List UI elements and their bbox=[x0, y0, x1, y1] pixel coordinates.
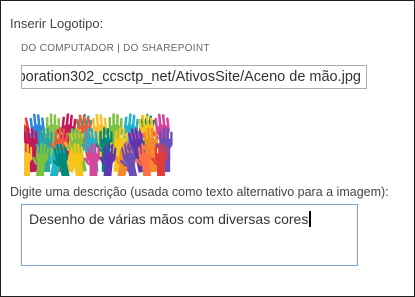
from-sharepoint-link[interactable]: DO SHAREPOINT bbox=[123, 43, 210, 54]
insert-logo-label: Inserir Logotipo: bbox=[10, 16, 104, 31]
insert-logo-panel: Inserir Logotipo: DO COMPUTADOR | DO SHARE… bbox=[0, 0, 415, 297]
logo-source-links: DO COMPUTADOR | DO SHAREPOINT bbox=[21, 43, 210, 54]
description-input[interactable]: Desenho de várias mãos com diversas core… bbox=[21, 204, 358, 266]
logo-path-value: poration302_ccsctp_net/AtivosSite/Aceno … bbox=[21, 69, 361, 85]
from-computer-link[interactable]: DO COMPUTADOR bbox=[21, 43, 114, 54]
text-caret bbox=[309, 211, 312, 227]
description-value: Desenho de várias mãos com diversas core… bbox=[29, 211, 312, 227]
logo-preview-image bbox=[24, 96, 174, 176]
logo-path-input[interactable]: poration302_ccsctp_net/AtivosSite/Aceno … bbox=[21, 65, 367, 89]
source-separator: | bbox=[117, 43, 121, 54]
description-label: Digite uma descrição (usada como texto a… bbox=[10, 185, 389, 199]
